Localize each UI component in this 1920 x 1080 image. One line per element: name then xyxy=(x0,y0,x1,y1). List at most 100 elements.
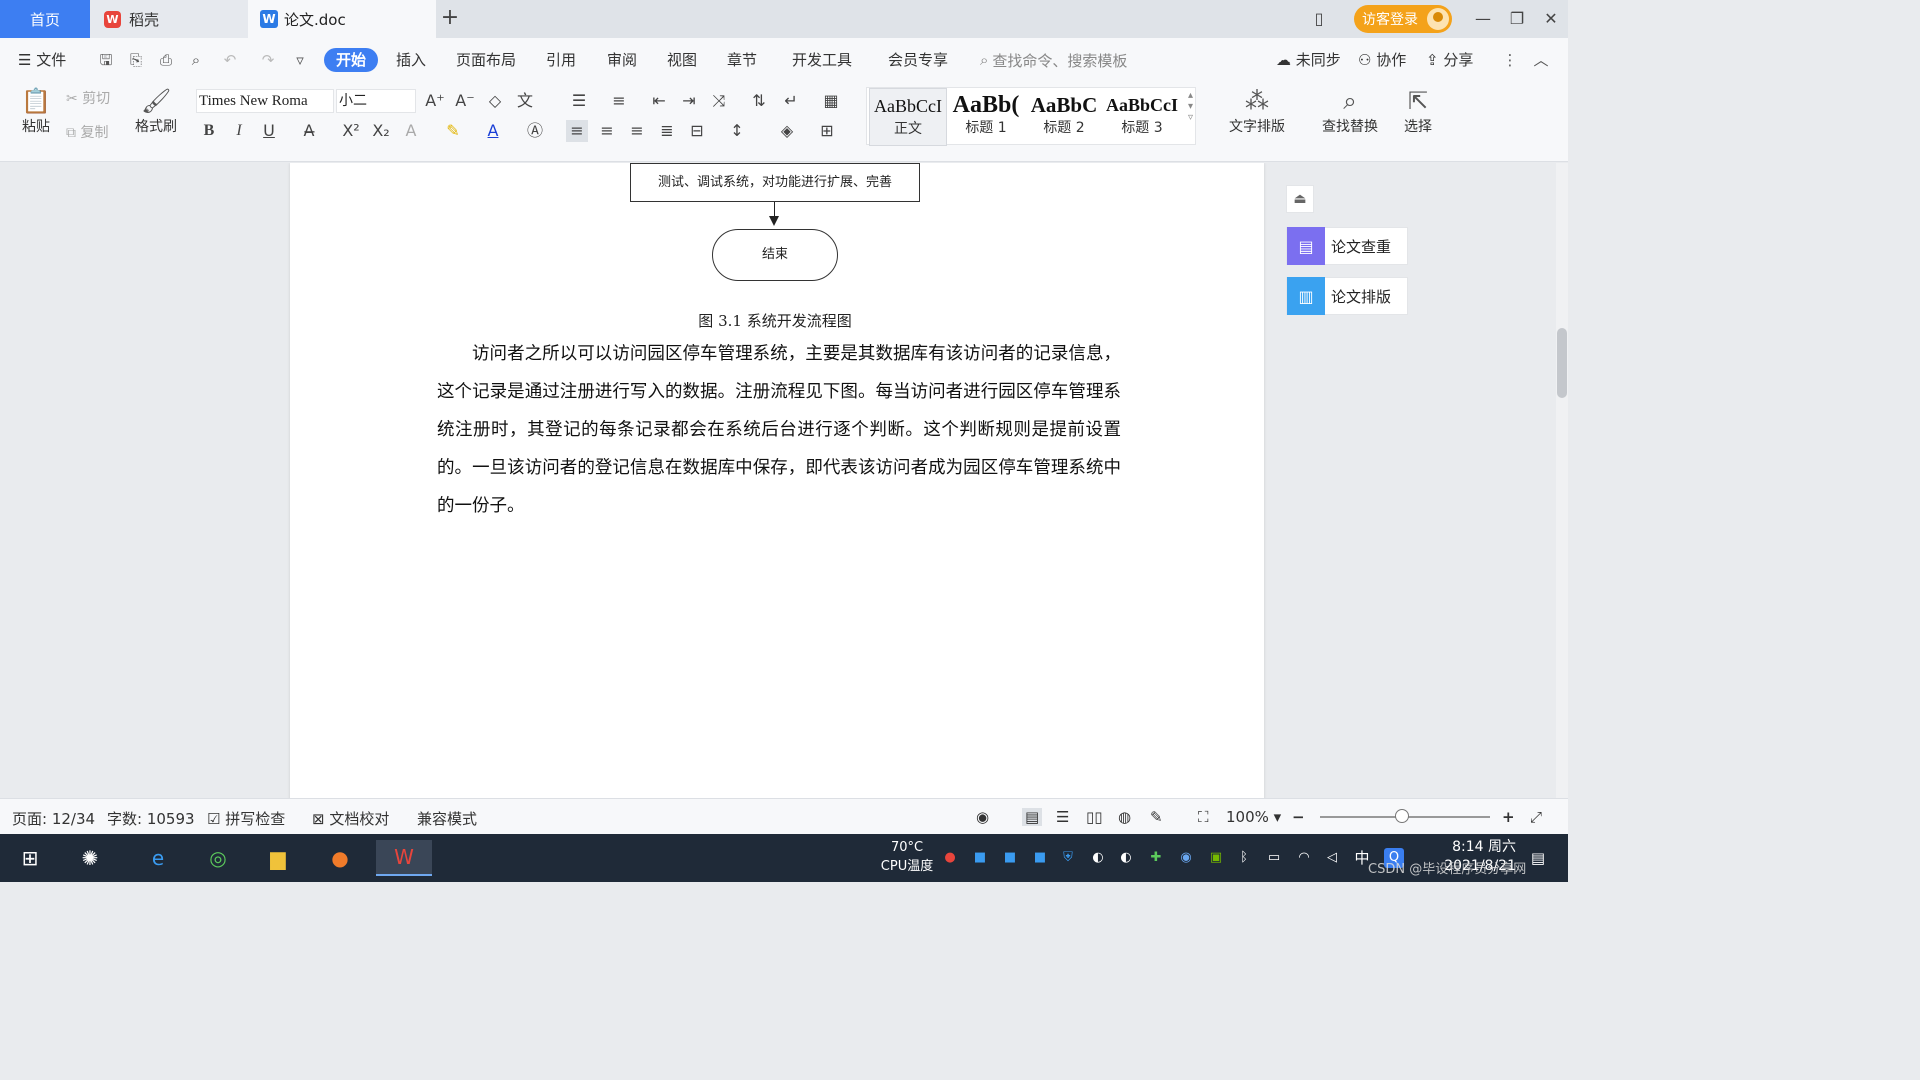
minimize-icon[interactable]: — xyxy=(1472,9,1494,29)
file-explorer-icon[interactable]: ▆ xyxy=(258,840,298,876)
menu-review[interactable]: 审阅 xyxy=(607,49,637,71)
menu-developer[interactable]: 开发工具 xyxy=(792,49,852,71)
bluetooth-icon[interactable]: ᛒ xyxy=(1234,848,1254,868)
eye-protection-icon[interactable]: ◉ xyxy=(976,808,989,826)
borders-icon[interactable]: ⊞ xyxy=(816,120,838,142)
zoom-in-icon[interactable]: + xyxy=(1502,808,1515,826)
menu-page-layout[interactable]: 页面布局 xyxy=(456,49,516,71)
style-gallery-scroll-icon[interactable]: ▴ ▾ ▿ xyxy=(1188,90,1193,123)
web-view-icon[interactable]: ◍ xyxy=(1118,808,1131,826)
tab-docer[interactable]: W 稻壳 xyxy=(90,0,248,38)
subscript-icon[interactable]: X₂ xyxy=(370,120,392,142)
bullets-icon[interactable]: ☰ xyxy=(568,90,590,112)
increase-indent-icon[interactable]: ⇥ xyxy=(678,90,700,112)
command-search[interactable]: ⌕ 查找命令、搜索模板 xyxy=(980,49,1127,71)
superscript-icon[interactable]: X² xyxy=(340,120,362,142)
writing-mode-icon[interactable]: ✎ xyxy=(1150,808,1163,826)
align-right-icon[interactable]: ≡ xyxy=(626,120,648,142)
menu-insert[interactable]: 插入 xyxy=(396,49,426,71)
zoom-slider-handle[interactable] xyxy=(1395,809,1409,823)
phonetic-guide-icon[interactable]: 文 xyxy=(514,90,536,112)
align-left-icon[interactable]: ≡ xyxy=(566,120,588,142)
body-paragraph[interactable]: 访问者之所以可以访问园区停车管理系统，主要是其数据库有该访问者的记录信息，这个记… xyxy=(437,335,1121,525)
shrink-font-icon[interactable]: A⁻ xyxy=(454,90,476,112)
font-name-select[interactable]: Times New Roma xyxy=(196,89,334,113)
collapse-ribbon-icon[interactable]: ︿ xyxy=(1531,50,1551,70)
numbering-icon[interactable]: ≡ xyxy=(608,90,630,112)
cut-button[interactable]: ✂ 剪切 xyxy=(66,88,110,108)
window-layout-icon[interactable]: ▯ xyxy=(1308,9,1330,29)
print-preview-icon[interactable]: ⌕ xyxy=(186,50,206,70)
file-menu[interactable]: ☰ 文件 xyxy=(18,49,66,71)
browser-icon[interactable]: ◎ xyxy=(198,840,238,876)
show-marks-icon[interactable]: ↵ xyxy=(780,90,802,112)
wps-icon[interactable]: W xyxy=(376,840,432,876)
font-color-icon[interactable]: A xyxy=(482,120,504,142)
strikethrough-icon[interactable]: A̶ xyxy=(298,120,320,142)
ie-icon[interactable]: e xyxy=(138,840,178,876)
paper-check-button[interactable]: ▤ 论文查重 xyxy=(1286,227,1408,265)
vertical-scrollbar[interactable] xyxy=(1556,163,1568,798)
qq-icon[interactable]: ◐ xyxy=(1116,848,1136,868)
page-indicator[interactable]: 页面: 12/34 xyxy=(12,808,95,829)
qq-icon[interactable]: ◐ xyxy=(1088,848,1108,868)
style-heading-2[interactable]: AaBbC 标题 2 xyxy=(1025,88,1103,146)
shield-icon[interactable]: ⛨ xyxy=(1058,848,1078,868)
document-page[interactable]: 测试、调试系统，对功能进行扩展、完善 结束 图 3.1 系统开发流程图 访问者之… xyxy=(290,163,1264,798)
menu-view[interactable]: 视图 xyxy=(667,49,697,71)
zoom-out-icon[interactable]: − xyxy=(1292,808,1305,826)
text-effect-icon[interactable]: A xyxy=(400,120,422,142)
sort-icon[interactable]: ⇅ xyxy=(748,90,770,112)
save-icon[interactable]: 🖫 xyxy=(96,50,116,70)
char-border-icon[interactable]: Ⓐ xyxy=(524,120,546,142)
underline-icon[interactable]: U xyxy=(258,120,280,142)
undo-icon[interactable]: ↶ xyxy=(220,50,240,70)
game-app-icon[interactable]: ● xyxy=(320,840,360,876)
scrollbar-thumb[interactable] xyxy=(1557,328,1567,398)
tray-app-icon[interactable]: ■ xyxy=(970,848,990,868)
highlight-icon[interactable]: ✎ xyxy=(442,120,464,142)
app-launcher-icon[interactable]: ✺ xyxy=(70,840,110,876)
find-replace-button[interactable]: ⌕ 查找替换 xyxy=(1314,86,1386,136)
tab-home[interactable]: 首页 xyxy=(0,0,90,38)
distributed-icon[interactable]: ⊟ xyxy=(686,120,708,142)
tray-app-icon[interactable]: ■ xyxy=(1030,848,1050,868)
start-icon[interactable]: ⊞ xyxy=(10,840,50,876)
volume-icon[interactable]: ◁ xyxy=(1322,848,1342,868)
new-tab-button[interactable]: + xyxy=(438,6,462,30)
page-view-icon[interactable]: ▤ xyxy=(1022,808,1043,826)
proofread-button[interactable]: ⊠ 文档校对 xyxy=(312,808,389,829)
copy-button[interactable]: ⧉ 复制 xyxy=(66,122,108,142)
grow-font-icon[interactable]: A⁺ xyxy=(424,90,446,112)
line-spacing-icon[interactable]: ↕ xyxy=(726,120,748,142)
style-normal[interactable]: AaBbCcI 正文 xyxy=(869,88,947,146)
menu-home[interactable]: 开始 xyxy=(324,48,379,72)
italic-icon[interactable]: I xyxy=(228,120,250,142)
spell-check-button[interactable]: ☑ 拼写检查 xyxy=(207,808,285,829)
close-icon[interactable]: ✕ xyxy=(1540,9,1562,29)
output-icon[interactable]: ⎘ xyxy=(126,50,146,70)
share-button[interactable]: ⇪ 分享 xyxy=(1426,49,1473,71)
font-size-select[interactable]: 小二 xyxy=(336,89,416,113)
select-button[interactable]: ⇱ 选择 xyxy=(1396,86,1440,136)
text-layout-button[interactable]: ⁂ 文字排版 xyxy=(1222,86,1292,136)
tray-app-icon[interactable]: ◉ xyxy=(1176,848,1196,868)
tray-app-icon[interactable]: ■ xyxy=(1000,848,1020,868)
chinese-layout-icon[interactable]: ⤨ xyxy=(708,90,730,112)
menu-chapter[interactable]: 章节 xyxy=(727,49,757,71)
guest-login-button[interactable]: 访客登录 xyxy=(1354,5,1452,33)
tray-app-icon[interactable]: ● xyxy=(940,848,960,868)
tab-document[interactable]: W 论文.doc xyxy=(248,0,436,38)
fullscreen-icon[interactable]: ⤢ xyxy=(1530,808,1542,826)
print-icon[interactable]: ⎙ xyxy=(156,50,176,70)
more-icon[interactable]: ⋮ xyxy=(1500,50,1520,70)
wifi-icon[interactable]: ◠ xyxy=(1294,848,1314,868)
paste-button[interactable]: 📋 粘贴 xyxy=(12,86,60,136)
menu-references[interactable]: 引用 xyxy=(546,49,576,71)
format-painter-button[interactable]: 🖌 格式刷 xyxy=(130,86,182,136)
reading-view-icon[interactable]: ▯▯ xyxy=(1086,808,1103,826)
redo-icon[interactable]: ↷ xyxy=(258,50,278,70)
nvidia-icon[interactable]: ▣ xyxy=(1206,848,1226,868)
collab-button[interactable]: ⚇ 协作 xyxy=(1358,49,1406,71)
bold-icon[interactable]: B xyxy=(198,120,220,142)
